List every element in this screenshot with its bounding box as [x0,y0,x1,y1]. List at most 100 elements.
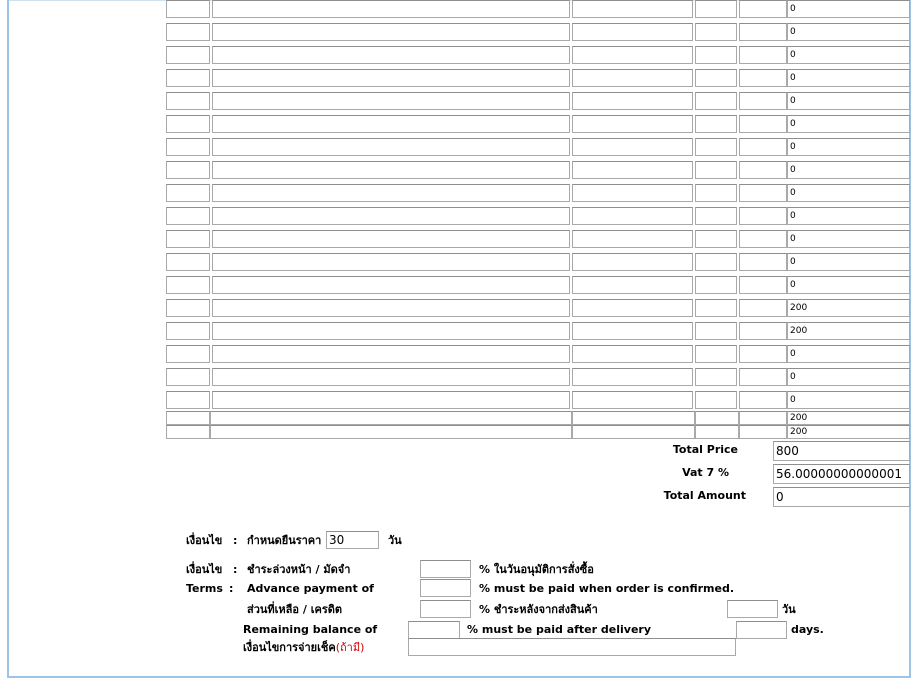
quantity-cell[interactable] [572,253,693,271]
quantity-cell[interactable] [572,411,695,425]
unit-cell[interactable] [695,425,739,439]
item-no-cell[interactable] [166,425,210,439]
unit-price-cell[interactable] [739,46,787,64]
description-cell[interactable] [212,0,570,18]
cheque-terms-input[interactable] [408,638,736,656]
unit-cell[interactable] [695,23,737,41]
unit-price-cell[interactable] [739,411,787,425]
item-no-cell[interactable] [166,299,210,317]
item-no-cell[interactable] [166,0,210,18]
line-total-cell[interactable] [787,115,910,133]
unit-cell[interactable] [695,368,737,386]
unit-cell[interactable] [695,92,737,110]
balance-percent-input[interactable] [420,600,471,618]
unit-price-cell[interactable] [739,138,787,156]
line-total-cell[interactable] [787,207,910,225]
unit-price-cell[interactable] [739,230,787,248]
vat-input[interactable] [773,464,910,484]
description-cell[interactable] [212,299,570,317]
line-total-cell[interactable] [787,46,910,64]
total-price-input[interactable] [773,441,910,461]
unit-cell[interactable] [695,345,737,363]
quantity-cell[interactable] [572,299,693,317]
item-no-cell[interactable] [166,115,210,133]
quantity-cell[interactable] [572,322,693,340]
description-cell[interactable] [212,230,570,248]
quantity-cell[interactable] [572,23,693,41]
line-total-cell[interactable] [787,299,910,317]
description-cell[interactable] [212,391,570,409]
quantity-cell[interactable] [572,425,695,439]
item-no-cell[interactable] [166,23,210,41]
unit-cell[interactable] [695,411,739,425]
unit-price-cell[interactable] [739,0,787,18]
line-total-cell[interactable] [787,69,910,87]
line-total-cell[interactable] [787,92,910,110]
quantity-cell[interactable] [572,69,693,87]
unit-price-cell[interactable] [739,391,787,409]
item-no-cell[interactable] [166,207,210,225]
item-no-cell[interactable] [166,322,210,340]
line-total-cell[interactable] [787,276,910,294]
description-cell[interactable] [212,69,570,87]
balance-percent-input-en[interactable] [408,621,460,639]
quantity-cell[interactable] [572,46,693,64]
quantity-cell[interactable] [572,92,693,110]
item-no-cell[interactable] [166,46,210,64]
unit-cell[interactable] [695,138,737,156]
item-no-cell[interactable] [166,230,210,248]
item-no-cell[interactable] [166,253,210,271]
description-cell[interactable] [212,368,570,386]
unit-price-cell[interactable] [739,425,787,439]
unit-cell[interactable] [695,322,737,340]
unit-cell[interactable] [695,276,737,294]
unit-price-cell[interactable] [739,23,787,41]
unit-cell[interactable] [695,161,737,179]
description-cell[interactable] [212,322,570,340]
quantity-cell[interactable] [572,161,693,179]
line-total-cell[interactable] [787,230,910,248]
item-no-cell[interactable] [166,69,210,87]
unit-price-cell[interactable] [739,92,787,110]
description-cell[interactable] [212,138,570,156]
unit-price-cell[interactable] [739,253,787,271]
description-cell[interactable] [212,46,570,64]
unit-cell[interactable] [695,299,737,317]
description-cell[interactable] [212,92,570,110]
item-no-cell[interactable] [166,138,210,156]
line-total-cell[interactable] [787,0,910,18]
unit-cell[interactable] [695,0,737,18]
quantity-cell[interactable] [572,184,693,202]
balance-days-input-en[interactable] [736,621,787,639]
item-no-cell[interactable] [166,184,210,202]
item-no-cell[interactable] [166,368,210,386]
unit-price-cell[interactable] [739,322,787,340]
description-cell[interactable] [210,411,572,425]
unit-cell[interactable] [695,391,737,409]
advance-percent-input[interactable] [420,560,471,578]
unit-cell[interactable] [695,207,737,225]
quantity-cell[interactable] [572,207,693,225]
unit-price-cell[interactable] [739,207,787,225]
unit-cell[interactable] [695,46,737,64]
item-no-cell[interactable] [166,411,210,425]
unit-price-cell[interactable] [739,299,787,317]
unit-price-cell[interactable] [739,368,787,386]
description-cell[interactable] [210,425,572,439]
item-no-cell[interactable] [166,276,210,294]
advance-percent-input-en[interactable] [420,579,471,597]
price-validity-days-input[interactable] [326,531,379,549]
description-cell[interactable] [212,276,570,294]
unit-cell[interactable] [695,115,737,133]
line-total-cell[interactable] [787,184,910,202]
description-cell[interactable] [212,207,570,225]
quantity-cell[interactable] [572,276,693,294]
quantity-cell[interactable] [572,115,693,133]
line-total-cell[interactable] [787,368,910,386]
line-total-cell[interactable] [787,425,910,439]
line-total-cell[interactable] [787,138,910,156]
description-cell[interactable] [212,23,570,41]
quantity-cell[interactable] [572,138,693,156]
unit-price-cell[interactable] [739,115,787,133]
description-cell[interactable] [212,253,570,271]
